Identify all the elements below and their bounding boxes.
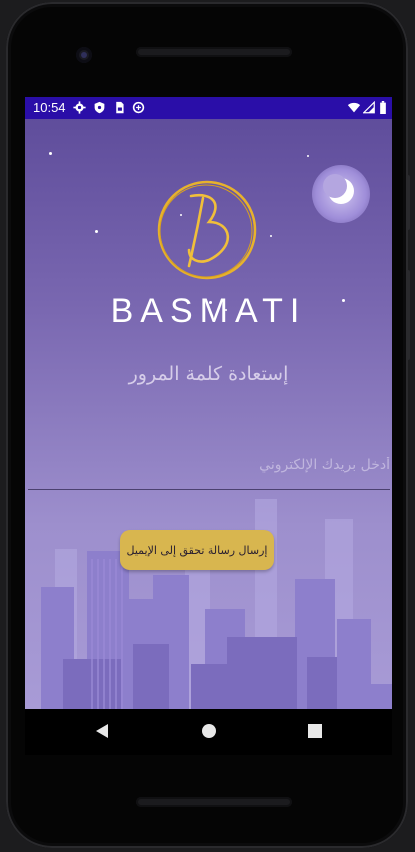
power-button [406,175,410,230]
home-icon[interactable] [201,723,217,739]
star-decoration [49,152,52,155]
volume-button [406,270,410,360]
star-decoration [307,155,309,157]
logo-icon: B [157,180,257,280]
sim-card-icon [116,101,124,114]
top-speaker [136,47,292,57]
email-input[interactable] [28,447,390,490]
page-title: إستعادة كلمة المرور [128,363,289,385]
bottom-speaker [136,797,292,807]
settings-icon [73,101,86,114]
status-time: 10:54 [33,100,66,115]
back-icon[interactable] [95,723,109,739]
system-navigation-bar [25,709,392,755]
send-verification-button[interactable]: إرسال رسالة تحقق إلى الإيميل [120,530,274,570]
wifi-icon [347,102,361,113]
data-saver-icon [132,101,145,114]
front-camera-icon [76,47,92,63]
screen: 10:54 BASMATI إستعادة كلمة المرور أدخل ب… [25,97,392,709]
status-bar: 10:54 [25,97,392,119]
star-decoration [270,235,272,237]
star-decoration [95,230,98,233]
city-skyline-illustration [41,499,392,709]
shield-icon [94,101,105,114]
moon-icon [323,174,354,204]
brand-name: BASMATI [110,292,307,330]
battery-icon [380,101,386,114]
signal-icon [363,101,375,114]
password-recovery-view: B BASMATI إستعادة كلمة المرور [25,119,392,709]
recents-icon[interactable] [308,724,322,738]
